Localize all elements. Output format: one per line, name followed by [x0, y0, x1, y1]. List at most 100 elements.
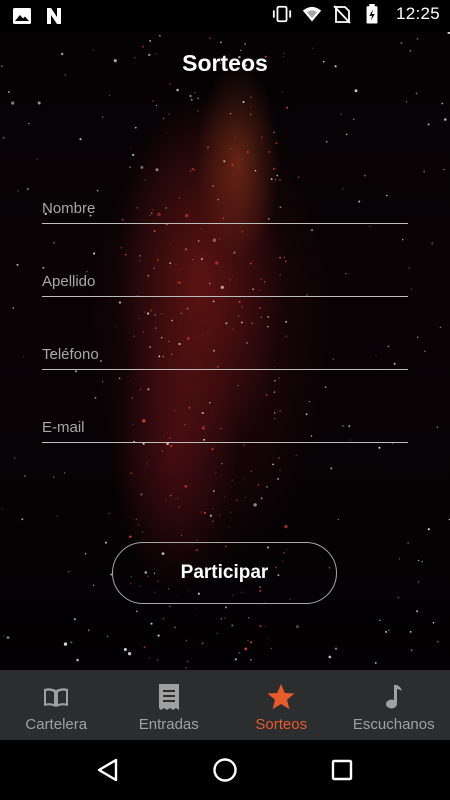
star: [345, 133, 348, 136]
telefono-field[interactable]: [42, 346, 408, 370]
star: [286, 106, 289, 109]
star: [16, 263, 19, 266]
apellido-field[interactable]: [42, 273, 408, 297]
star: [277, 478, 279, 480]
star: [168, 113, 170, 115]
star: [105, 541, 107, 544]
star: [79, 138, 82, 141]
home-icon[interactable]: [211, 756, 239, 784]
star: [3, 635, 5, 637]
bottom-navigation: Cartelera Entradas Sorteos Escuchanos: [0, 670, 450, 740]
star: [216, 632, 218, 634]
star: [247, 639, 249, 642]
star: [195, 607, 197, 609]
star: [246, 150, 249, 154]
star: [192, 259, 194, 261]
star: [63, 642, 68, 646]
recents-icon[interactable]: [328, 756, 356, 784]
star: [280, 91, 283, 93]
star: [421, 560, 424, 563]
star: [162, 117, 165, 120]
star: [244, 43, 246, 45]
star: [127, 652, 132, 656]
star: [285, 335, 288, 338]
star: [120, 246, 123, 249]
participar-button[interactable]: Participar: [112, 542, 337, 604]
star: [125, 253, 127, 256]
star: [153, 230, 156, 232]
star: [140, 388, 142, 391]
star: [279, 469, 281, 471]
star: [16, 190, 19, 192]
star: [259, 307, 261, 309]
star: [284, 524, 288, 529]
star: [311, 229, 313, 231]
star: [188, 406, 191, 409]
star: [101, 381, 104, 383]
star: [278, 178, 282, 181]
star: [185, 666, 187, 669]
star: [305, 413, 308, 416]
star: [275, 142, 278, 144]
nav-item-entradas[interactable]: Entradas: [113, 670, 226, 740]
star: [444, 118, 447, 121]
star: [159, 34, 161, 37]
star: [212, 185, 214, 187]
telefono-input[interactable]: [42, 346, 408, 370]
star: [441, 102, 444, 105]
email-field[interactable]: [42, 419, 408, 443]
star: [211, 508, 214, 510]
star: [200, 257, 203, 261]
star: [229, 113, 232, 115]
nombre-field[interactable]: [42, 200, 408, 224]
star: [144, 311, 146, 313]
star: [37, 101, 41, 105]
star: [155, 250, 157, 252]
star: [166, 224, 168, 226]
star: [161, 450, 163, 452]
back-icon[interactable]: [94, 756, 122, 784]
star: [28, 122, 30, 125]
star: [405, 101, 408, 103]
nav-item-cartelera[interactable]: Cartelera: [0, 670, 113, 740]
star: [410, 288, 412, 290]
star: [257, 483, 260, 486]
star: [135, 126, 137, 129]
nav-label-escuchanos: Escuchanos: [352, 716, 435, 733]
page-title: Sorteos: [182, 50, 268, 76]
no-sim-icon: [333, 5, 351, 24]
star: [278, 377, 281, 380]
star: [201, 642, 204, 645]
star: [148, 657, 150, 660]
star: [379, 619, 381, 622]
star: [209, 514, 212, 517]
star: [215, 472, 217, 474]
star: [212, 520, 214, 522]
star: [174, 409, 176, 411]
star: [123, 647, 127, 652]
star: [274, 179, 276, 181]
star: [250, 96, 252, 98]
star: [417, 559, 420, 562]
star: [212, 300, 215, 303]
nombre-input[interactable]: [42, 200, 408, 224]
star: [7, 90, 10, 93]
star: [118, 301, 122, 304]
star: [270, 178, 273, 181]
nav-item-escuchanos[interactable]: Escuchanos: [338, 670, 450, 740]
email-input[interactable]: [42, 419, 408, 443]
star: [234, 658, 237, 661]
book-icon: [44, 688, 69, 707]
star: [238, 300, 241, 303]
star: [168, 340, 170, 343]
nav-item-sorteos[interactable]: Sorteos: [225, 670, 338, 740]
star: [439, 326, 442, 329]
star: [96, 189, 99, 192]
nav-label-entradas: Entradas: [138, 716, 199, 733]
apellido-input[interactable]: [42, 273, 408, 297]
star: [76, 658, 79, 662]
star: [354, 89, 358, 93]
star: [388, 629, 390, 632]
star: [142, 331, 144, 333]
star: [197, 109, 199, 112]
